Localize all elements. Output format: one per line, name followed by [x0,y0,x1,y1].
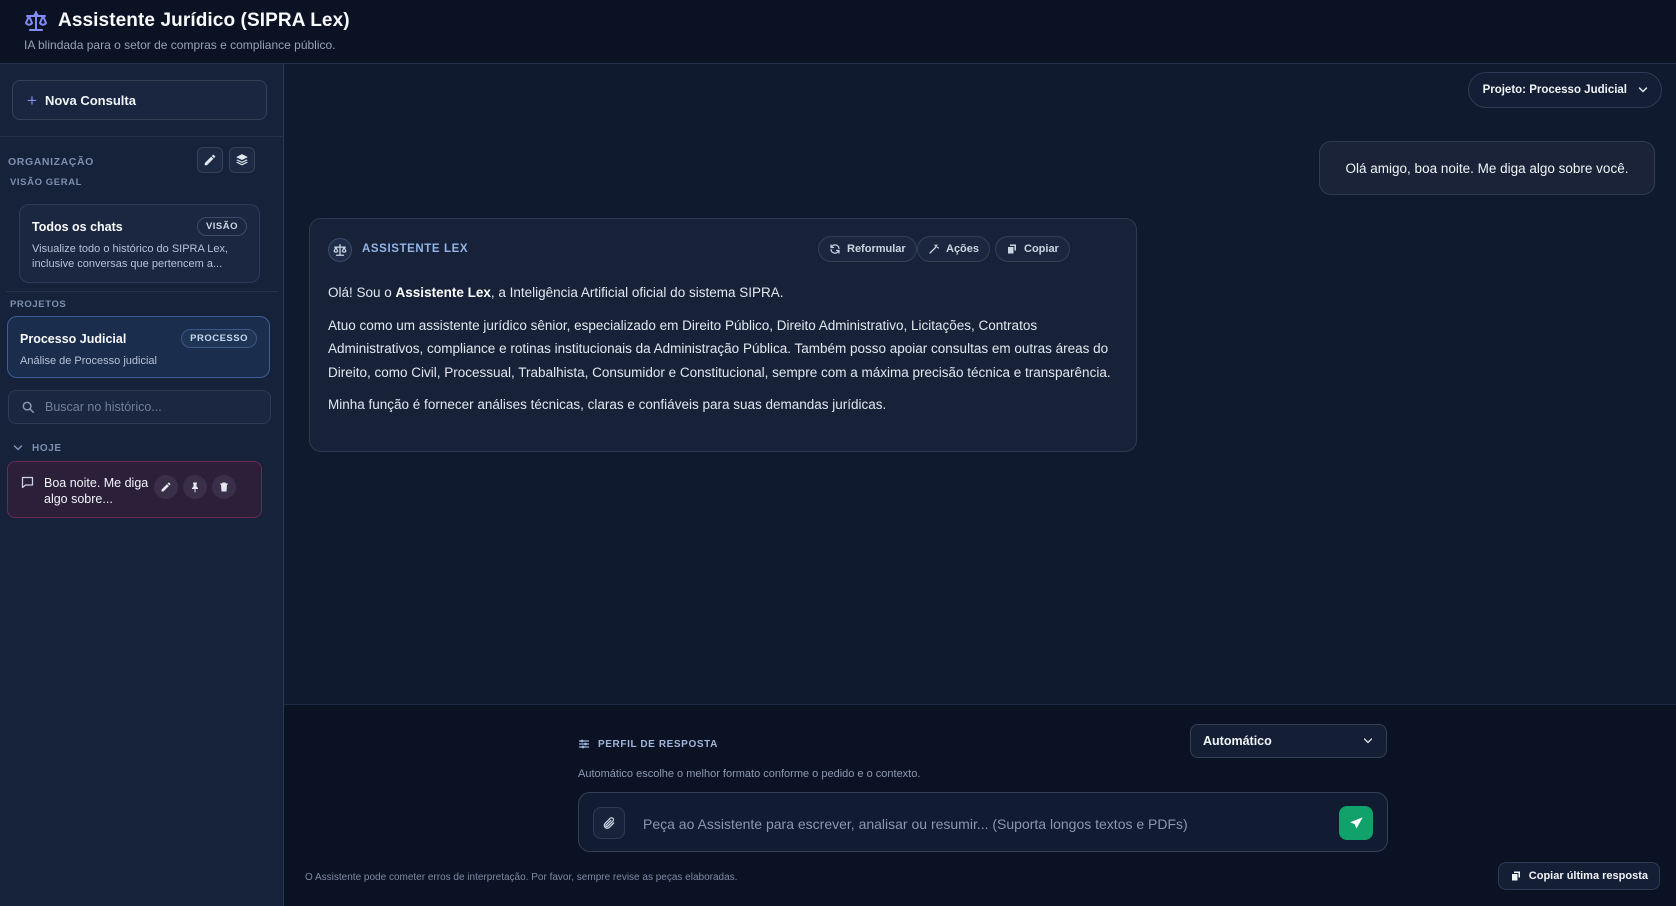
assistant-response-text: Olá! Sou o Assistente Lex, a Inteligênci… [328,281,1126,426]
plus-icon: + [27,90,37,110]
send-button[interactable] [1339,806,1373,840]
rephrase-button[interactable]: Reformular [818,236,917,262]
response-text: Olá! Sou o [328,285,396,300]
layers-button[interactable] [229,147,255,173]
actions-button[interactable]: Ações [917,236,991,262]
assistant-message: ASSISTENTE LEX Reformular Ações Copiar O… [309,218,1137,452]
assistant-name: ASSISTENTE LEX [362,243,469,255]
project-selector-label: Projeto: Processo Judicial [1482,84,1627,96]
copy-last-response-button[interactable]: Copiar última resposta [1497,862,1660,890]
new-consultation-button[interactable]: + Nova Consulta [12,80,267,120]
chevron-down-icon [1638,87,1648,93]
trash-icon [220,482,228,492]
project-selector[interactable]: Projeto: Processo Judicial [1467,72,1662,108]
chat-item-title: Boa noite. Me diga algo sobre... [44,476,149,506]
overview-badge: VISÃO [196,217,247,236]
project-badge: PROCESSO [181,329,257,348]
response-profile-text: PERFIL DE RESPOSTA [598,738,718,750]
project-title: Processo Judicial [20,331,127,346]
refresh-icon [830,244,840,254]
response-text: , a Inteligência Artificial oficial do s… [490,285,784,300]
response-paragraph: Atuo como um assistente jurídico sênior,… [328,317,1111,380]
edit-organization-button[interactable] [197,147,223,173]
delete-chat-button[interactable] [212,475,236,499]
project-card[interactable]: Processo Judicial PROCESSO Análise de Pr… [7,316,270,378]
message-input[interactable] [643,811,1323,837]
pencil-icon [161,482,171,492]
chat-bubble-icon [20,475,35,490]
project-description: Análise de Processo judicial [20,355,157,367]
today-toggle[interactable]: HOJE [12,442,62,454]
copy-icon [1008,244,1016,254]
rephrase-label: Reformular [847,243,906,255]
attach-button[interactable] [593,807,625,839]
sliders-icon [578,739,590,749]
assistant-name-bold: Assistente Lex [395,285,491,300]
send-icon [1349,816,1363,828]
history-search[interactable] [8,390,271,424]
app-subtitle: IA blindada para o setor de compras e co… [24,38,336,52]
response-profile-value: Automático [1203,734,1272,748]
response-paragraph: Minha função é fornecer análises técnica… [328,397,887,412]
copy-icon [1511,871,1520,881]
copy-label: Copiar [1024,243,1059,255]
response-profile-select[interactable]: Automático [1190,724,1387,758]
copy-last-response-label: Copiar última resposta [1528,870,1648,882]
chat-panel: Projeto: Processo Judicial Olá amigo, bo… [284,64,1676,704]
today-label: HOJE [32,442,62,454]
paperclip-icon [603,817,615,829]
app-title: Assistente Jurídico (SIPRA Lex) [58,10,350,31]
app-header: Assistente Jurídico (SIPRA Lex) IA blind… [0,0,1676,64]
magic-wand-icon [929,244,940,254]
search-input[interactable] [45,400,245,414]
pencil-icon [204,154,216,166]
user-message: Olá amigo, boa noite. Me diga algo sobre… [1319,141,1655,195]
pin-chat-button[interactable] [183,475,207,499]
search-icon [22,401,34,413]
response-paragraph: Olá! Sou o Assistente Lex, a Inteligênci… [328,281,1126,305]
chat-history-item[interactable]: Boa noite. Me diga algo sobre... [7,461,262,518]
rename-chat-button[interactable] [154,475,178,499]
message-composer [578,792,1388,852]
all-chats-title: Todos os chats [32,219,123,234]
overview-label: VISÃO GERAL [10,177,83,188]
chevron-down-icon [13,445,23,451]
layers-icon [236,154,248,166]
projects-label: PROJETOS [10,299,67,310]
actions-label: Ações [946,243,980,255]
divider [0,136,284,137]
disclaimer-text: O Assistente pode cometer erros de inter… [305,872,738,883]
chevron-down-icon [1363,738,1373,744]
response-profile-hint: Automático escolhe o melhor formato conf… [578,768,921,780]
divider [6,291,278,292]
assistant-avatar [328,238,352,262]
all-chats-description: Visualize todo o histórico do SIPRA Lex,… [32,243,229,270]
sidebar: + Nova Consulta ORGANIZAÇÃO VISÃO GERAL … [0,64,284,906]
composer-area: PERFIL DE RESPOSTA Automático Automático… [284,704,1676,906]
scale-balance-icon [333,244,347,256]
new-consultation-label: Nova Consulta [44,92,136,108]
all-chats-card[interactable]: Todos os chats VISÃO Visualize todo o hi… [19,204,260,283]
copy-button[interactable]: Copiar [995,236,1070,262]
scale-balance-icon [24,10,48,32]
organization-label: ORGANIZAÇÃO [8,156,94,168]
response-profile-label: PERFIL DE RESPOSTA [578,738,718,750]
pin-icon [192,482,198,493]
